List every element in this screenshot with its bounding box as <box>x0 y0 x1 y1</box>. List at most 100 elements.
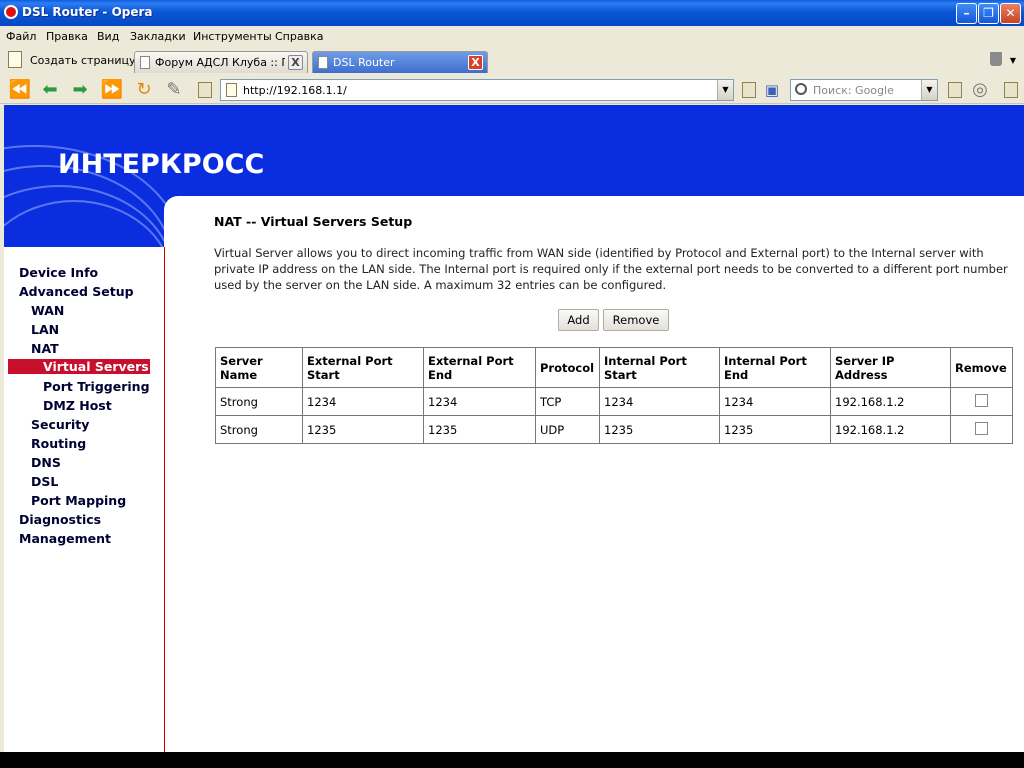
tab-label: Форум АДСЛ Клуба :: П… <box>155 56 285 69</box>
cell-protocol: UDP <box>535 415 600 444</box>
search-icon <box>795 83 807 95</box>
nav-management[interactable]: Management <box>19 531 111 546</box>
search-placeholder: Поиск: Google <box>813 84 894 97</box>
tab-bar: Создать страницу Форум АДСЛ Клуба :: П… … <box>0 46 1024 74</box>
panel-icon[interactable] <box>1004 82 1018 98</box>
cell-internal-port-end: 1234 <box>719 387 831 416</box>
nav-wan[interactable]: WAN <box>31 303 64 318</box>
fast-forward-icon[interactable]: ⏩ <box>100 78 124 102</box>
address-url: http://192.168.1.1/ <box>243 84 347 97</box>
menu-tools[interactable]: Инструменты <box>193 30 272 43</box>
nav-device-info[interactable]: Device Info <box>19 265 98 280</box>
zoom-icon[interactable]: ◎ <box>968 78 992 102</box>
menu-edit[interactable]: Правка <box>46 30 88 43</box>
nav-port-mapping[interactable]: Port Mapping <box>31 493 126 508</box>
nav-security[interactable]: Security <box>31 417 89 432</box>
column-header: Protocol <box>535 347 600 388</box>
tab-close-icon[interactable]: X <box>468 55 483 70</box>
cell-external-port-start: 1234 <box>302 387 424 416</box>
close-window-button[interactable]: ✕ <box>1000 3 1021 24</box>
cell-server-name: Strong <box>215 415 303 444</box>
menu-view[interactable]: Вид <box>97 30 119 43</box>
nav-advanced-setup[interactable]: Advanced Setup <box>19 284 134 299</box>
table-header-row: Server Name External Port Start External… <box>215 347 1013 388</box>
cell-server-ip: 192.168.1.2 <box>830 415 951 444</box>
go-page-icon[interactable] <box>742 82 756 98</box>
nav-diagnostics[interactable]: Diagnostics <box>19 512 101 527</box>
title-bar: DSL Router - Opera – ❐ ✕ <box>0 0 1024 26</box>
cell-external-port-end: 1235 <box>423 415 536 444</box>
column-header: External Port Start <box>302 347 424 388</box>
nav-dmz-host[interactable]: DMZ Host <box>43 398 112 413</box>
nav-port-triggering[interactable]: Port Triggering <box>43 379 150 394</box>
remove-button[interactable]: Remove <box>603 309 669 331</box>
cell-server-ip: 192.168.1.2 <box>830 387 951 416</box>
opera-icon <box>4 5 18 19</box>
nav-virtual-servers[interactable]: Virtual Servers <box>8 359 150 374</box>
reload-icon[interactable]: ↻ <box>132 78 156 102</box>
column-header: Internal Port End <box>719 347 831 388</box>
view-icon[interactable]: ▣ <box>760 78 784 102</box>
page-icon <box>226 83 237 97</box>
table-row: Strong 1235 1235 UDP 1235 1235 192.168.1… <box>215 415 1013 444</box>
virtual-servers-table: Server Name External Port Start External… <box>215 347 1013 444</box>
cell-external-port-start: 1235 <box>302 415 424 444</box>
remove-checkbox[interactable] <box>975 393 988 407</box>
maximize-button[interactable]: ❐ <box>978 3 999 24</box>
bookmark-page-icon[interactable] <box>198 82 212 98</box>
search-field[interactable]: Поиск: Google ▼ <box>790 79 938 101</box>
column-header: Server Name <box>215 347 303 388</box>
add-button[interactable]: Add <box>558 309 599 331</box>
nav-nat[interactable]: NAT <box>31 341 59 356</box>
trash-icon[interactable] <box>990 52 1002 66</box>
search-go-icon[interactable] <box>948 82 962 98</box>
edit-icon[interactable]: ✎ <box>162 78 186 102</box>
page-icon <box>318 56 328 69</box>
chevron-down-icon[interactable]: ▼ <box>1010 56 1016 65</box>
cell-server-name: Strong <box>215 387 303 416</box>
cell-remove <box>950 415 1013 444</box>
minimize-button[interactable]: – <box>956 3 977 24</box>
cell-remove <box>950 387 1013 416</box>
forward-icon[interactable]: ➡ <box>68 78 92 102</box>
new-page-label: Создать страницу <box>30 54 136 67</box>
bottom-frame <box>0 752 1024 768</box>
router-logo: ИНТЕРКРОСС <box>58 149 265 180</box>
column-header: Server IP Address <box>830 347 951 388</box>
menu-help[interactable]: Справка <box>275 30 323 43</box>
rewind-icon[interactable]: ⏪ <box>8 78 32 102</box>
search-engine-dropdown-icon[interactable]: ▼ <box>921 80 937 100</box>
tab-dsl-router[interactable]: DSL Router X <box>312 51 488 73</box>
column-header: Internal Port Start <box>599 347 720 388</box>
cell-internal-port-end: 1235 <box>719 415 831 444</box>
cell-internal-port-start: 1234 <box>599 387 720 416</box>
menu-bookmarks[interactable]: Закладки <box>130 30 186 43</box>
remove-checkbox[interactable] <box>975 421 988 435</box>
cell-internal-port-start: 1235 <box>599 415 720 444</box>
column-header: Remove <box>950 347 1013 388</box>
nav-dns[interactable]: DNS <box>31 455 61 470</box>
menu-file[interactable]: Файл <box>6 30 36 43</box>
address-field[interactable]: http://192.168.1.1/ ▼ <box>220 79 734 101</box>
table-row: Strong 1234 1234 TCP 1234 1234 192.168.1… <box>215 387 1013 416</box>
new-page-icon <box>8 51 22 68</box>
page-title: NAT -- Virtual Servers Setup <box>214 214 413 229</box>
page-icon <box>140 56 150 69</box>
nav-lan[interactable]: LAN <box>31 322 59 337</box>
navigation-bar: ⏪ ⬅ ➡ ⏩ ↻ ✎ http://192.168.1.1/ ▼ ▣ Поис… <box>0 76 1024 104</box>
column-header: External Port End <box>423 347 536 388</box>
cell-protocol: TCP <box>535 387 600 416</box>
tab-close-icon[interactable]: X <box>288 55 303 70</box>
address-dropdown-icon[interactable]: ▼ <box>717 80 733 100</box>
page-description: Virtual Server allows you to direct inco… <box>214 246 1008 292</box>
window-title: DSL Router - Opera <box>22 5 153 19</box>
nav-dsl[interactable]: DSL <box>31 474 58 489</box>
menu-bar: Файл Правка Вид Закладки Инструменты Спр… <box>0 26 1024 46</box>
tab-forum[interactable]: Форум АДСЛ Клуба :: П… X <box>134 51 308 73</box>
cell-external-port-end: 1234 <box>423 387 536 416</box>
page-viewport: ИНТЕРКРОСС Device Info Advanced Setup WA… <box>4 105 1024 752</box>
tab-label: DSL Router <box>333 56 395 69</box>
browser-window: DSL Router - Opera – ❐ ✕ Файл Правка Вид… <box>0 0 1024 768</box>
nav-routing[interactable]: Routing <box>31 436 86 451</box>
back-icon[interactable]: ⬅ <box>38 78 62 102</box>
